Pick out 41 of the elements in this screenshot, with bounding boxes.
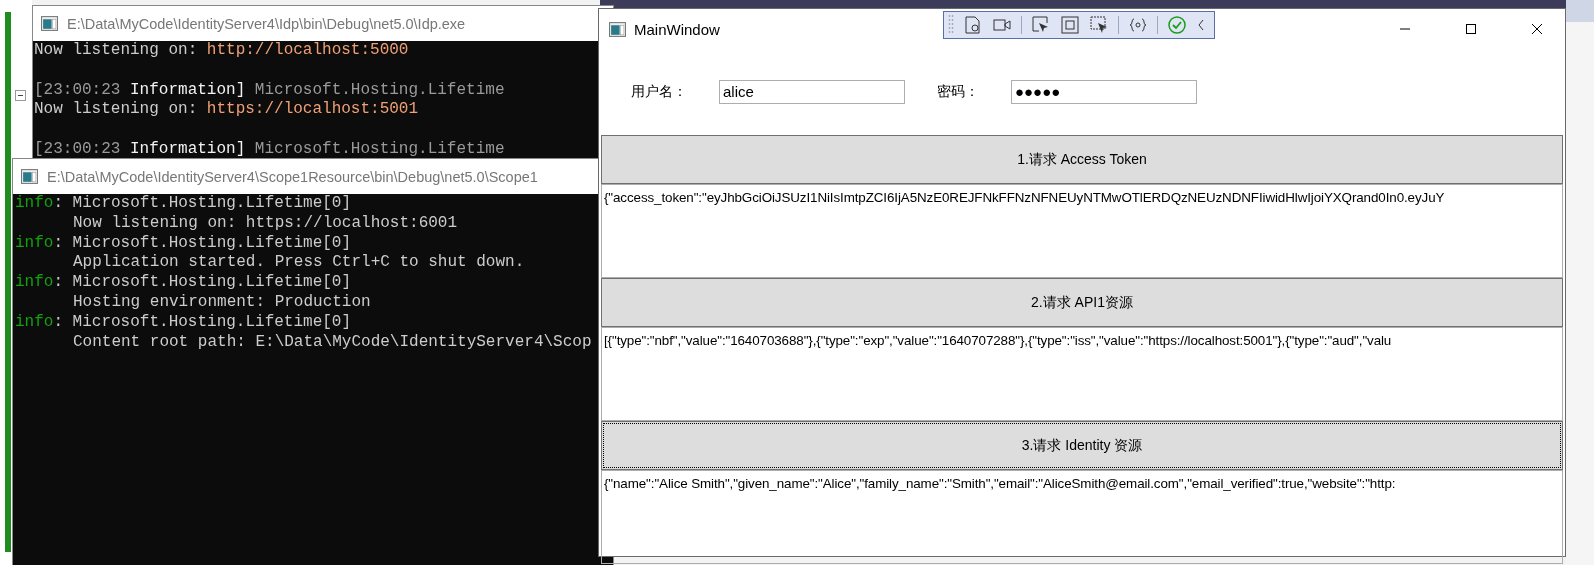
console-line: info: Microsoft.Hosting.Lifetime[0] <box>15 194 352 212</box>
console-line: Now listening on: http://localhost:5000 <box>34 41 409 59</box>
console-line: [23:00:23 Information] Microsoft.Hosting.Lifetime <box>34 140 505 158</box>
password-field[interactable]: ●●●●● <box>1011 80 1197 104</box>
output-box[interactable]: [{"type":"nbf","value":"1640703688"},{"type":"exp","value":"1640707288"},{"type":"iss","value":"https://localhost:5001"},{"type":"aud","valu <box>601 327 1563 421</box>
console-line: [23:00:23 Information] Microsoft.Hosting.Lifetime <box>34 80 505 99</box>
password-label: 密码： <box>937 83 980 101</box>
console-line: Hosting environment: Production <box>73 293 371 311</box>
check-icon[interactable] <box>1167 15 1187 35</box>
window-title: MainWindow <box>634 20 720 38</box>
response-text: [{"type":"nbf","value":"1640703688"},{"type":"exp","value":"1640707288"},{"type":"iss","value":"https://localhost:5001"},{"type":"aud","valu <box>604 333 1392 348</box>
console-app-icon <box>41 16 58 31</box>
request-button[interactable]: 2.请求 API1资源 <box>601 278 1563 327</box>
console-line: Now listening on: https://localhost:6001 <box>73 213 458 232</box>
username-label: 用户名： <box>631 83 688 101</box>
collapse-icon[interactable] <box>15 90 26 101</box>
frame-icon[interactable] <box>1060 15 1080 35</box>
window-title: E:\Data\MyCode\IdentityServer4\Scope1Resource\bin\Debug\net5.0\Scope1 <box>47 168 538 185</box>
console-line: info: Microsoft.Hosting.Lifetime[0] <box>15 233 352 252</box>
console-app-icon <box>21 169 38 184</box>
app-icon <box>609 21 626 37</box>
binding-icon[interactable] <box>1128 15 1148 35</box>
maximize-icon[interactable] <box>1465 23 1477 35</box>
window-title: E:\Data\MyCode\IdentityServer4\Idp\bin\Debug\net5.0\Idp.exe <box>67 15 466 32</box>
close-icon[interactable] <box>1531 23 1543 35</box>
output-box[interactable]: {"name":"Alice Smith","given_name":"Alice","family_name":"Smith","email":"AliceSmith@email.com","email_verified":true,"website":"http: <box>601 470 1563 564</box>
grip-icon[interactable] <box>948 14 954 36</box>
console-line: info: Microsoft.Hosting.Lifetime[0] <box>15 312 352 331</box>
console-line: Content root path: E:\Data\MyCode\IdentityServer4\Scop <box>73 332 592 351</box>
select-icon[interactable] <box>1031 15 1051 35</box>
request-button[interactable]: 3.请求 Identity 资源 <box>601 421 1563 470</box>
request-button[interactable]: 1.请求 Access Token <box>601 135 1563 184</box>
tree-icon[interactable] <box>963 15 983 35</box>
response-text: {"access_token":"eyJhbGciOiJSUzI1NiIsImtpZCI6IjA5NzE0REJFNkFFNzNFNEUyNTMwOTlERDQzNEUzNDNFIiwidHlwIjoiYXQrand0In0.eyJuY <box>604 190 1445 205</box>
console-line: Now listening on: https://localhost:5001 <box>34 100 419 119</box>
console-line: Application started. Press Ctrl+C to shut down. <box>73 253 525 272</box>
output-box[interactable]: {"access_token":"eyJhbGciOiJSUzI1NiIsImtpZCI6IjA5NzE0REJFNkFFNzNFNEUyNTMwOTlERDQzNEUzNDNFIiwidHlwIjoiYXQrand0In0.eyJuY <box>601 184 1563 278</box>
response-text: {"name":"Alice Smith","given_name":"Alice","family_name":"Smith","email":"AliceSmith@email.com","email_verified":true,"website":"http: <box>604 476 1396 491</box>
select-region-icon[interactable] <box>1089 15 1109 35</box>
console-line: info: Microsoft.Hosting.Lifetime[0] <box>15 273 352 292</box>
username-field[interactable]: alice <box>719 80 905 104</box>
